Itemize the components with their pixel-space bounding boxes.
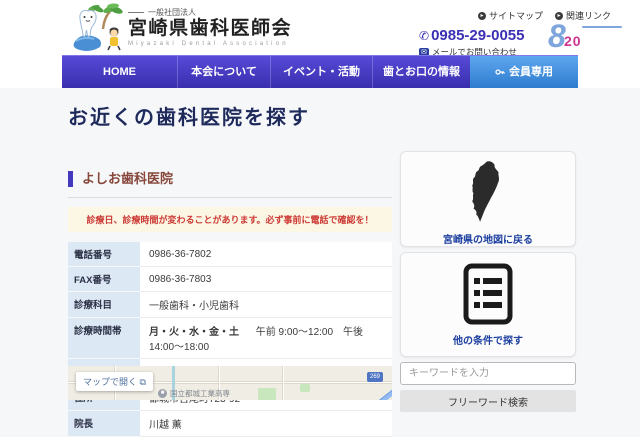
phone-number-text: 0985-29-0055 [431,27,524,44]
miyazaki-prefecture-silhouette [463,159,513,225]
logo-8020-rule [582,26,622,28]
site-logo[interactable]: 一般社団法人 宮崎県歯科医師会 Miyazaki Dental Associat… [128,7,292,47]
clinic-info-table: 電話番号 0986-36-7802 FAX番号 0986-36-7803 診療科… [68,242,392,437]
utility-links: ▸ サイトマップ ▸ 関連リンク [478,9,611,22]
row-label: 診療時間帯 [68,318,140,359]
checklist-icon [460,262,516,326]
phone-confirmation-notice: 診療日、診療時間が変わることがあります。必ず事前に電話で確認を！ [68,207,392,232]
map-road [282,366,284,400]
table-row-phone: 電話番号 0986-36-7802 [68,242,392,267]
row-value: 月・火・水・金・土 午前 9:00〜12:00 午後 14:00〜18:00 [140,318,392,359]
clinic-name-heading: よしお歯科医院 [68,162,392,198]
key-icon [495,67,505,77]
back-to-prefecture-map-card[interactable]: 宮崎県の地図に戻る [400,151,576,247]
sitemap-link-label: サイトマップ [489,9,543,22]
row-label: 院長 [68,411,140,437]
nav-events[interactable]: イベント・活動 [270,56,372,88]
page-title: お近くの歯科医院を探す [68,101,310,130]
open-in-maps-label: マップで開く [83,377,137,387]
phone-number[interactable]: ✆0985-29-0055 [419,27,524,44]
table-row-departments: 診療科目 一般歯科・小児歯科 [68,292,392,318]
logo-8020: 8 20 [548,22,628,54]
mascot-tooth-illustration [70,3,124,53]
arrow-circle-icon: ▸ [478,12,486,20]
nav-members-only-label: 会員専用 [509,56,553,88]
nav-oral-info[interactable]: 歯とお口の情報 [372,56,470,88]
row-label: 電話番号 [68,242,140,267]
logo-8020-twenty: 20 [564,33,582,49]
org-name: 宮崎県歯科医師会 [128,18,292,40]
org-type: 一般社団法人 [128,7,292,18]
table-row-fax: FAX番号 0986-36-7803 [68,267,392,292]
row-value: 川越 薫 [140,411,392,437]
location-map[interactable]: 269 ■ 国立都城工業高専 マップで開く ⧉ [68,366,392,400]
keyword-search-input[interactable] [400,362,576,385]
back-to-prefecture-map-label: 宮崎県の地図に戻る [401,231,575,246]
other-conditions-search-card[interactable]: 他の条件で探す [400,252,576,357]
map-park-area [258,388,276,400]
phone-icon: ✆ [419,29,429,43]
sitemap-link[interactable]: ▸ サイトマップ [478,9,543,22]
open-in-maps-button[interactable]: マップで開く ⧉ [76,372,153,391]
row-label: 診療科目 [68,292,140,318]
org-name-en: Miyazaki Dental Association [128,41,292,47]
table-row-hours: 診療時間帯 月・火・水・金・土 午前 9:00〜12:00 午後 14:00〜1… [68,318,392,359]
nav-members-only[interactable]: 会員専用 [470,56,578,88]
row-value: 0986-36-7802 [140,242,392,267]
open-days: 月・火・水・金・土 [149,327,239,338]
school-poi-icon: ■ [158,389,167,398]
route-shield-badge: 269 [367,372,383,382]
free-word-search-button[interactable]: フリーワード検索 [400,390,576,412]
map-poi-school[interactable]: ■ 国立都城工業高専 [158,388,230,399]
dash-rule [128,12,144,13]
school-poi-label: 国立都城工業高専 [170,388,230,399]
row-value: 一般歯科・小児歯科 [140,292,392,318]
nav-about[interactable]: 本会について [177,56,270,88]
clinic-name: よしお歯科医院 [68,171,173,187]
row-value: 0986-36-7803 [140,267,392,292]
nav-home[interactable]: HOME [62,56,177,88]
main-nav: HOME 本会について イベント・活動 歯とお口の情報 会員専用 [62,55,578,88]
table-row-director: 院長 川越 薫 [68,411,392,437]
related-links-label: 関連リンク [566,9,611,22]
map-park-area [300,384,310,392]
other-conditions-search-label: 他の条件で探す [401,332,575,347]
row-label: FAX番号 [68,267,140,292]
